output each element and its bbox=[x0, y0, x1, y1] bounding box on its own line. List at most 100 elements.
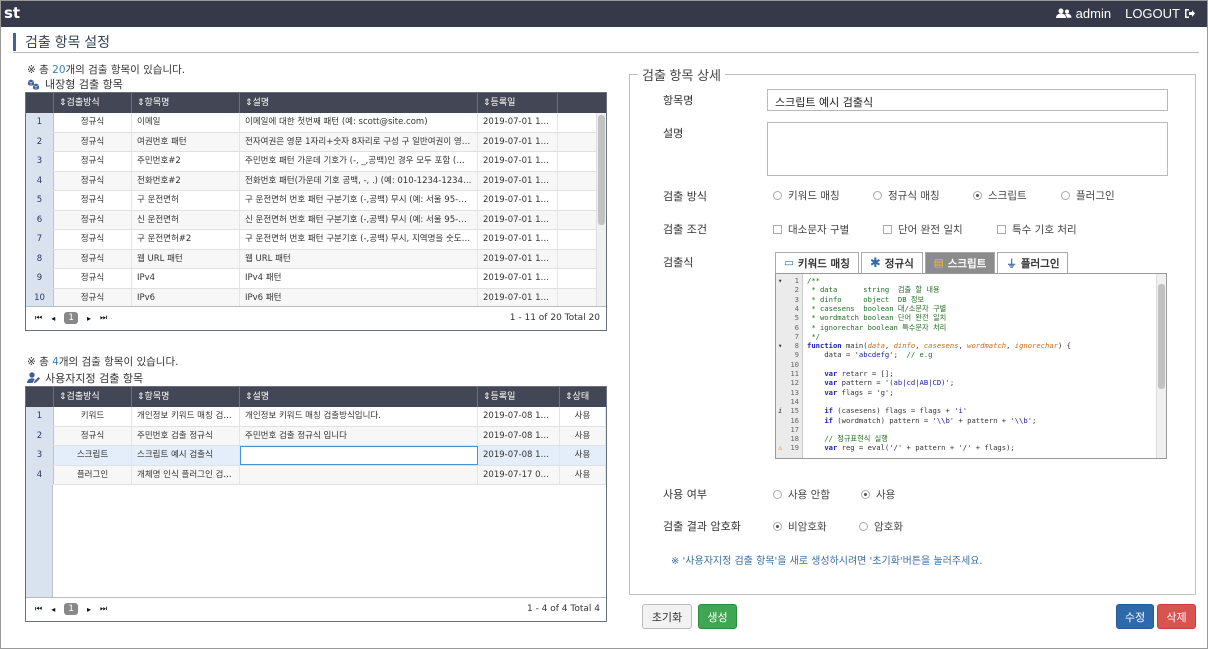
custom-count-note: ※ 총 4개의 검출 항목이 있습니다. bbox=[27, 356, 179, 368]
code-line: 12 var pattern = '(ab|cd|AB|CD)'; bbox=[776, 378, 1166, 387]
cond-checkbox-word[interactable]: 단어 완전 일치 bbox=[883, 222, 963, 237]
cell-no: 7 bbox=[26, 230, 54, 249]
logout-button[interactable]: LOGOUT bbox=[1125, 6, 1195, 21]
name-input[interactable]: 스크립트 예시 검출식 bbox=[767, 89, 1168, 111]
builtin-scrollbar[interactable] bbox=[596, 113, 606, 306]
cell-date: 2019-07-01 11:… bbox=[478, 152, 558, 171]
col-desc[interactable]: ⇕설명 bbox=[240, 387, 478, 407]
create-button[interactable]: 생성 bbox=[698, 604, 737, 629]
fold-icon[interactable]: ▾ bbox=[778, 341, 782, 350]
user-menu[interactable]: admin bbox=[1055, 6, 1111, 21]
cell-no: 2 bbox=[26, 426, 54, 445]
cell-desc: IPv4 패턴 bbox=[240, 269, 478, 288]
cell-desc: 신 운전면허 번호 패턴 구분기호 (-,공백) 무시 (예: 서울 95-25… bbox=[240, 210, 478, 229]
checkbox-box bbox=[773, 225, 782, 234]
page-number[interactable]: 1 bbox=[64, 312, 78, 324]
tab-script[interactable]: ▤ 스크립트 bbox=[924, 252, 996, 273]
cell-no: 4 bbox=[26, 171, 54, 190]
col-name[interactable]: ⇕항목명 bbox=[132, 93, 240, 113]
editor-scroll-thumb[interactable] bbox=[1158, 284, 1165, 389]
cell-name: 구 운전면허 bbox=[132, 191, 240, 210]
editor-scrollbar[interactable] bbox=[1156, 274, 1166, 458]
cond-checkbox-case[interactable]: 대소문자 구별 bbox=[773, 222, 849, 237]
cell-desc: 이메일에 대한 첫번째 패턴 (예: scott@site.com) bbox=[240, 113, 478, 132]
col-date[interactable]: ⇕등록일 bbox=[478, 387, 560, 407]
use-radio-off[interactable]: 사용 안함 bbox=[773, 487, 830, 502]
last-page-button[interactable]: ⏭ bbox=[100, 313, 107, 323]
cell-desc: 주민번호 패턴 가운데 기호가 (-, _,공백)인 경우 모두 포함 (예: … bbox=[240, 152, 478, 171]
col-method[interactable]: ⇕검출방식 bbox=[54, 93, 132, 113]
builtin-grid-info: 1 - 11 of 20 Total 20 bbox=[509, 313, 600, 323]
last-page-button[interactable]: ⏭ bbox=[100, 604, 107, 614]
cell-no: 4 bbox=[26, 465, 54, 484]
page-number[interactable]: 1 bbox=[64, 603, 78, 615]
table-row[interactable]: 4 플러그인 개체명 인식 플러그인 검… 2019-07-17 09:… 사용 bbox=[26, 465, 606, 485]
line-number: 6 bbox=[794, 322, 799, 332]
radio-circle-checked bbox=[973, 191, 982, 200]
tab-regex[interactable]: ✱ 정규식 bbox=[860, 252, 923, 273]
radio-circle bbox=[1061, 191, 1070, 200]
cell-date: 2019-07-17 09:… bbox=[478, 465, 560, 484]
edit-button[interactable]: 수정 bbox=[1116, 604, 1154, 629]
table-row[interactable]: 2 정규식 주민번호 검출 정규식 주민번호 검출 정규식 입니다 2019-07-08… bbox=[26, 426, 606, 446]
cell-date: 2019-07-01 11:… bbox=[478, 288, 558, 307]
cell-desc: 전화번호 패턴(가운데 기호 공백, -, .) (예: 010-1234-12… bbox=[240, 171, 478, 190]
plug-icon: ⏚ bbox=[1006, 257, 1017, 270]
detail-legend: 검출 항목 상세 bbox=[642, 68, 721, 83]
line-number: 12 bbox=[790, 378, 799, 388]
table-row[interactable]: 3 스크립트 스크립트 예시 검출식 2019-07-08 15:… 사용 bbox=[26, 446, 606, 466]
desc-textarea[interactable] bbox=[767, 122, 1168, 176]
code-line: 3 * dinfo object DB 정보 bbox=[776, 295, 1166, 304]
method-radio-regex[interactable]: 정규식 매칭 bbox=[873, 188, 940, 203]
code-line: 14 bbox=[776, 397, 1166, 406]
cond-checkbox-special[interactable]: 특수 기호 처리 bbox=[997, 222, 1077, 237]
user-edit-icon bbox=[27, 372, 40, 383]
next-page-button[interactable]: ▸ bbox=[87, 314, 91, 323]
cell-no: 5 bbox=[26, 191, 54, 210]
prev-page-button[interactable]: ◂ bbox=[51, 605, 55, 614]
app-logo: st bbox=[4, 4, 21, 22]
delete-button[interactable]: 삭제 bbox=[1157, 604, 1196, 629]
table-row[interactable]: 4 정규식 전화번호#2 전화번호 패턴(가운데 기호 공백, -, .) (예: 0… bbox=[26, 171, 606, 191]
enc-radio-plain[interactable]: 비암호화 bbox=[773, 519, 827, 534]
method-radio-plugin[interactable]: 플러그인 bbox=[1061, 188, 1115, 203]
code-text: var retarr = []; bbox=[824, 369, 894, 378]
script-editor[interactable]: 1 ▾/** 2 * data string 검출 할 내용 3 * dinfo ob… bbox=[775, 273, 1167, 459]
first-page-button[interactable]: ⏮ bbox=[35, 604, 42, 614]
first-page-button[interactable]: ⏮ bbox=[35, 313, 42, 323]
table-row[interactable]: 1 정규식 이메일 이메일에 대한 첫번째 패턴 (예: scott@site.com… bbox=[26, 113, 606, 133]
enc-radio-encrypt[interactable]: 암호화 bbox=[859, 519, 903, 534]
fold-icon[interactable]: ▾ bbox=[778, 276, 782, 285]
col-method[interactable]: ⇕검출방식 bbox=[54, 387, 132, 407]
next-page-button[interactable]: ▸ bbox=[87, 605, 91, 614]
method-radio-script[interactable]: 스크립트 bbox=[973, 188, 1027, 203]
table-row[interactable]: 3 정규식 주민번호#2 주민번호 패턴 가운데 기호가 (-, _,공백)인 경우 … bbox=[26, 152, 606, 172]
prev-page-button[interactable]: ◂ bbox=[51, 314, 55, 323]
col-status[interactable]: ⇕상태 bbox=[560, 387, 606, 407]
table-row[interactable]: 8 정규식 웹 URL 패턴 웹 URL 패턴 2019-07-01 11:… bbox=[26, 249, 606, 269]
table-row[interactable]: 9 정규식 IPv4 IPv4 패턴 2019-07-01 11:… bbox=[26, 269, 606, 289]
use-radio-on[interactable]: 사용 bbox=[861, 487, 895, 502]
cell-type: 키워드 bbox=[54, 407, 132, 426]
code-line: 9 data = 'abcdefg'; // e.g bbox=[776, 350, 1166, 359]
line-number: 11 bbox=[790, 369, 799, 378]
table-row[interactable]: 5 정규식 구 운전면허 구 운전면허 번호 패턴 구분기호 (-,공백) 무시 (예… bbox=[26, 191, 606, 211]
code-line: 6 * ignorechar boolean 특수문자 처리 bbox=[776, 323, 1166, 332]
builtin-scroll-thumb[interactable] bbox=[598, 115, 605, 225]
radio-circle-checked bbox=[773, 522, 782, 531]
table-row[interactable]: 1 키워드 개인정보 키워드 매칭 검… 개인정보 키워드 매칭 검출방식입니다. 20… bbox=[26, 407, 606, 427]
cell-desc-editor[interactable] bbox=[240, 446, 478, 465]
col-desc[interactable]: ⇕설명 bbox=[240, 93, 478, 113]
table-row[interactable]: 2 정규식 여권번호 패턴 전자여권은 영문 1자리+숫자 8자리로 구성 구 일반여… bbox=[26, 132, 606, 152]
tab-keyword[interactable]: ▭ 키워드 매칭 bbox=[775, 252, 859, 273]
table-row[interactable]: 7 정규식 구 운전면허#2 구 운전면허 번호 패턴 구분기호 (-,공백) 무시,… bbox=[26, 230, 606, 250]
method-radio-keyword[interactable]: 키워드 매칭 bbox=[773, 188, 840, 203]
cell-date: 2019-07-08 13:… bbox=[478, 426, 560, 445]
line-number: 16 bbox=[790, 415, 799, 425]
reset-button[interactable]: 초기화 bbox=[642, 604, 692, 629]
cell-type: 정규식 bbox=[54, 113, 132, 132]
col-date[interactable]: ⇕등록일 bbox=[478, 93, 558, 113]
col-name[interactable]: ⇕항목명 bbox=[132, 387, 240, 407]
table-row[interactable]: 6 정규식 신 운전면허 신 운전면허 번호 패턴 구분기호 (-,공백) 무시 (예… bbox=[26, 210, 606, 230]
tab-plugin[interactable]: ⏚ 플러그인 bbox=[997, 252, 1069, 273]
